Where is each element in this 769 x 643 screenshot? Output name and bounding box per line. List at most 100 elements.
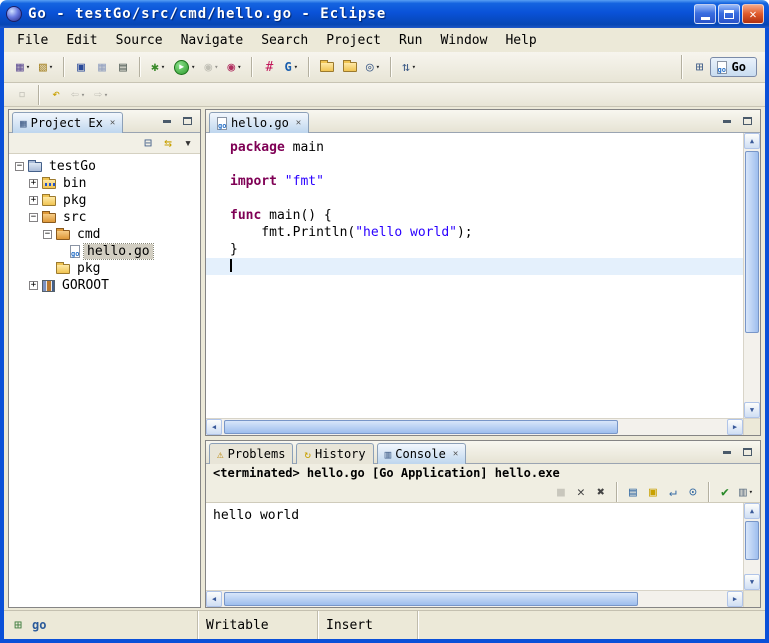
code-line-2[interactable]	[230, 156, 743, 173]
tree-item-pkg[interactable]: +pkg	[9, 192, 200, 209]
code-line-4[interactable]	[230, 190, 743, 207]
close-icon[interactable]: ✕	[110, 118, 115, 128]
menu-item-window[interactable]: Window	[431, 31, 496, 50]
scrollbar-track[interactable]	[222, 591, 727, 607]
menu-item-run[interactable]: Run	[390, 31, 431, 50]
open-console-button[interactable]: ▥▾	[735, 483, 757, 502]
collapse-minus-icon[interactable]: −	[43, 230, 52, 239]
scrollbar-thumb[interactable]	[745, 151, 759, 333]
maximize-button[interactable]	[718, 4, 740, 24]
external-tools-button[interactable]: ◉▾	[223, 55, 245, 79]
save-button[interactable]: ▣	[71, 55, 91, 79]
expand-plus-icon[interactable]: +	[29, 281, 38, 290]
code-line-8[interactable]	[206, 258, 743, 275]
scroll-lock-button[interactable]: ▣	[643, 483, 663, 502]
word-wrap-button[interactable]: ↵	[663, 483, 683, 502]
tree-item-pkg[interactable]: pkg	[9, 260, 200, 277]
scroll-right-button[interactable]: ▶	[727, 591, 743, 607]
console-horizontal-scrollbar[interactable]: ◀ ▶	[206, 590, 743, 607]
menu-item-search[interactable]: Search	[252, 31, 317, 50]
pin-console-button[interactable]: ⊙	[683, 483, 703, 502]
tab-console[interactable]: ▥Console✕	[377, 443, 467, 464]
code-area[interactable]: package main import "fmt" func main() { fm…	[206, 133, 743, 418]
console-vertical-scrollbar[interactable]: ▲ ▼	[743, 503, 760, 590]
scroll-down-button[interactable]: ▼	[744, 402, 760, 418]
editor-horizontal-scrollbar[interactable]: ◀ ▶	[206, 418, 743, 435]
code-line-1[interactable]: package main	[230, 139, 743, 156]
open-perspective-button[interactable]: ⊞	[690, 55, 710, 79]
minimize-view-button[interactable]	[159, 114, 175, 128]
expand-plus-icon[interactable]: +	[29, 196, 38, 205]
code-line-7[interactable]: }	[230, 241, 743, 258]
scrollbar-track[interactable]	[744, 519, 760, 574]
debug-button[interactable]: ✱▾	[147, 55, 169, 79]
go-build-button[interactable]: G▾	[280, 55, 301, 79]
tree-item-cmd[interactable]: −cmd	[9, 226, 200, 243]
search-button[interactable]: ◎▾	[362, 55, 384, 79]
menu-item-edit[interactable]: Edit	[57, 31, 106, 50]
scroll-right-button[interactable]: ▶	[727, 419, 743, 435]
editor-vertical-scrollbar[interactable]: ▲ ▼	[743, 133, 760, 418]
console-output[interactable]: hello world	[206, 503, 743, 590]
scrollbar-thumb[interactable]	[224, 592, 638, 606]
close-icon[interactable]: ✕	[453, 449, 458, 459]
expand-plus-icon[interactable]: +	[29, 179, 38, 188]
code-line-6[interactable]: fmt.Println("hello world");	[230, 224, 743, 241]
team-synchronize-button[interactable]: ⇅▾	[398, 55, 420, 79]
go-trim-button[interactable]: go	[28, 615, 50, 635]
minimize-view-button[interactable]	[719, 445, 735, 459]
last-edit-location-button[interactable]: ↶	[46, 83, 66, 107]
tree-item-GOROOT[interactable]: +GOROOT	[9, 277, 200, 294]
menu-item-file[interactable]: File	[8, 31, 57, 50]
new-go-app-button[interactable]: #	[259, 55, 279, 79]
tree-item-testGo[interactable]: −testGo	[9, 158, 200, 175]
tab-hello-go[interactable]: hello.go ✕	[209, 112, 309, 133]
menu-item-navigate[interactable]: Navigate	[172, 31, 253, 50]
collapse-all-button[interactable]: ⊟	[138, 134, 158, 153]
new-go-element-button[interactable]: ▧▾	[35, 55, 57, 79]
minimize-button[interactable]	[694, 4, 716, 24]
scrollbar-thumb[interactable]	[224, 420, 618, 434]
print-button[interactable]: ▤	[113, 55, 133, 79]
tree-item-bin[interactable]: +bin	[9, 175, 200, 192]
clear-console-button[interactable]: ▤	[623, 483, 643, 502]
view-menu-button[interactable]: ▾	[178, 134, 198, 153]
scroll-down-button[interactable]: ▼	[744, 574, 760, 590]
tab-problems[interactable]: ⚠Problems	[209, 443, 293, 464]
scrollbar-thumb[interactable]	[745, 521, 759, 560]
display-selected-console-button[interactable]: ✔	[715, 483, 735, 502]
scroll-left-button[interactable]: ◀	[206, 419, 222, 435]
collapse-minus-icon[interactable]: −	[29, 213, 38, 222]
go-perspective-button[interactable]: Go	[710, 57, 757, 77]
link-with-editor-button[interactable]: ⇆	[158, 134, 178, 153]
title-bar[interactable]: Go - testGo/src/cmd/hello.go - Eclipse ✕	[0, 0, 769, 28]
scrollbar-track[interactable]	[744, 149, 760, 402]
open-folder-button[interactable]	[339, 55, 361, 79]
maximize-view-button[interactable]	[739, 445, 755, 459]
scroll-up-button[interactable]: ▲	[744, 133, 760, 149]
tree-item-hello-go[interactable]: hello.go	[9, 243, 200, 260]
run-button[interactable]: ▶▾	[170, 55, 199, 79]
maximize-view-button[interactable]	[739, 114, 755, 128]
open-go-path-button[interactable]	[316, 55, 338, 79]
close-button[interactable]: ✕	[742, 4, 764, 24]
menu-item-source[interactable]: Source	[107, 31, 172, 50]
collapse-minus-icon[interactable]: −	[15, 162, 24, 171]
tree-item-src[interactable]: −src	[9, 209, 200, 226]
new-wizard-button[interactable]: ▦▾	[12, 55, 34, 79]
code-line-3[interactable]: import "fmt"	[230, 173, 743, 190]
remove-all-terminated-button[interactable]: ✖	[591, 483, 611, 502]
show-view-trim-button[interactable]: ⊞	[8, 615, 28, 635]
close-icon[interactable]: ✕	[296, 118, 301, 128]
maximize-view-button[interactable]	[179, 114, 195, 128]
remove-launch-button[interactable]: ✕	[571, 483, 591, 502]
minimize-view-button[interactable]	[719, 114, 735, 128]
code-line-5[interactable]: func main() {	[230, 207, 743, 224]
tab-history[interactable]: ↻History	[296, 443, 373, 464]
scrollbar-track[interactable]	[222, 419, 727, 435]
scroll-up-button[interactable]: ▲	[744, 503, 760, 519]
menu-item-help[interactable]: Help	[496, 31, 545, 50]
tab-project-explorer[interactable]: ▦ Project Ex ✕	[12, 112, 123, 133]
menu-item-project[interactable]: Project	[317, 31, 390, 50]
scroll-left-button[interactable]: ◀	[206, 591, 222, 607]
